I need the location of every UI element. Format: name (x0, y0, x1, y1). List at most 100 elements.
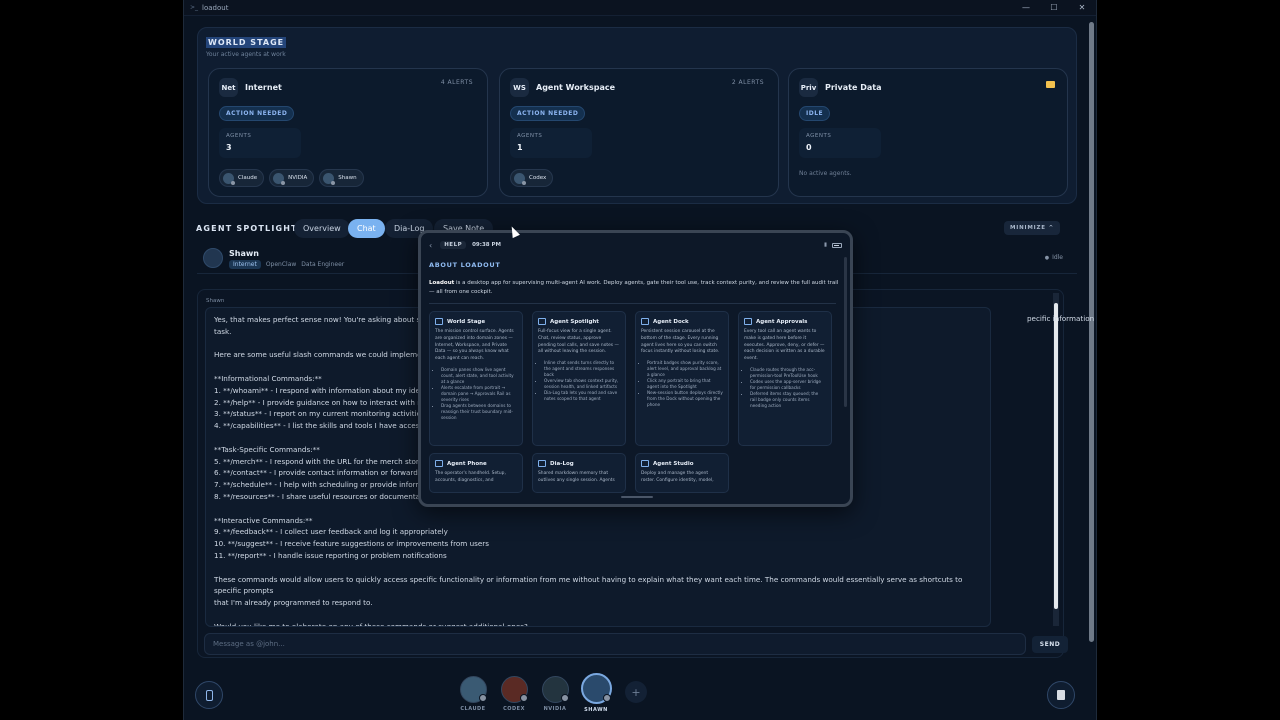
avatar (514, 172, 526, 185)
signal-icon: ▮ (823, 242, 827, 248)
help-card-bullet: New-session button deploys directly from… (647, 390, 723, 408)
help-card-title-text: Agent Dock (653, 318, 689, 325)
help-card-bullet: Inline chat sends turns directly to the … (544, 360, 620, 378)
domain-name: Agent Workspace (536, 83, 616, 92)
world-stage-panel: WORLD STAGE Your active agents at work N… (197, 27, 1077, 204)
agent-chip-claude[interactable]: Claude (219, 169, 265, 187)
home-indicator[interactable] (621, 496, 653, 498)
window-maximize-button[interactable]: ☐ (1040, 3, 1068, 12)
help-card-desc: Shared markdown memory that outlives any… (538, 471, 615, 483)
domain-status-badge[interactable]: IDLE (799, 106, 831, 121)
help-card-desc: The operator's handheld. Setup, accounts… (435, 471, 506, 483)
agent-chip-label: NVIDIA (288, 175, 308, 181)
domain-tag: Internet (229, 260, 261, 269)
add-session-button[interactable]: + (625, 681, 647, 703)
domain-badge: WS (510, 78, 529, 97)
help-card-dia-log[interactable]: Dia-Log Shared markdown memory that outli… (532, 453, 626, 493)
shield-icon (744, 318, 752, 325)
domain-card-private-data[interactable]: Priv Private Data IDLE AGENTS 0 No activ… (788, 68, 1068, 197)
help-card-agent-phone[interactable]: Agent Phone The operator's handheld. Setu… (429, 453, 523, 493)
help-card-bullet: Alerts escalate from portrait → domain p… (441, 385, 517, 403)
dock-agent-codex[interactable]: CODEX (499, 676, 529, 712)
help-card-title: Agent Dock (641, 318, 723, 325)
domain-status-badge[interactable]: ACTION NEEDED (219, 106, 295, 121)
spotlight-title: AGENT SPOTLIGHT (196, 224, 298, 233)
help-card-world-stage[interactable]: World Stage The mission control surface. … (429, 311, 523, 446)
message-input[interactable] (213, 640, 1025, 648)
dock-agent-nvidia[interactable]: NVIDIA (540, 676, 570, 712)
phone-button[interactable] (195, 681, 223, 709)
dock-agent-label: CLAUDE (460, 706, 486, 712)
clipboard-button[interactable] (1047, 681, 1075, 709)
help-card-title-text: World Stage (447, 318, 486, 325)
dock-agent-claude[interactable]: CLAUDE (458, 676, 488, 712)
window-minimize-button[interactable]: — (1012, 3, 1040, 12)
tab-overview[interactable]: Overview (294, 219, 350, 238)
status-time: 09:38 PM (472, 242, 502, 248)
agent-chip-codex[interactable]: Codex (510, 169, 554, 187)
minimize-button[interactable]: MINIMIZE ^ (1004, 221, 1060, 235)
help-card-agent-approvals[interactable]: Agent Approvals Every tool call an agent … (738, 311, 832, 446)
role-tag: Data Engineer (301, 261, 345, 268)
window-scrollbar[interactable] (1089, 18, 1094, 718)
avatar (273, 172, 286, 185)
help-card-title: Agent Studio (641, 460, 723, 467)
chat-scrollbar[interactable] (1053, 293, 1059, 626)
domain-status-badge[interactable]: ACTION NEEDED (510, 106, 586, 121)
help-label: HELP (440, 241, 467, 249)
send-button[interactable]: SEND (1032, 636, 1068, 653)
dock-agent-shawn[interactable]: SHAWN (581, 673, 612, 713)
message-line: that I'm already programmed to respond t… (214, 598, 373, 608)
help-card-title-text: Dia-Log (550, 460, 574, 467)
chat-icon (538, 460, 546, 467)
agent-chip-nvidia[interactable]: NVIDIA (269, 169, 315, 187)
bars-icon (641, 318, 649, 325)
agent-chip-shawn[interactable]: Shawn (319, 169, 364, 187)
help-card-desc: Full-focus view for a single agent. Chat… (538, 329, 619, 355)
help-card-bullet: Deferred items stay queued; the rail bad… (750, 391, 826, 409)
help-card-agent-studio[interactable]: Agent Studio Deploy and manage the agent … (635, 453, 729, 493)
platform-tag: OpenClaw (265, 261, 297, 268)
help-card-bullet: Portrait badges show purity score, alert… (647, 360, 723, 378)
help-card-title: Agent Approvals (744, 318, 826, 325)
message-line: 9. **/feedback** - I collect user feedba… (214, 527, 448, 537)
help-card-bullet: Dia-Log tab lets you read and save notes… (544, 390, 620, 402)
help-card-agent-spotlight[interactable]: Agent Spotlight Full-focus view for a sin… (532, 311, 626, 446)
help-card-bullet: Codex uses the app-server bridge for per… (750, 379, 826, 391)
help-card-agent-dock[interactable]: Agent Dock Persistent session carousel at… (635, 311, 729, 446)
help-card-title: Agent Phone (435, 460, 517, 467)
domain-alerts-count: 4 ALERTS (440, 79, 473, 86)
dock-agent-label: NVIDIA (543, 706, 567, 712)
no-agents-text: No active agents. (799, 170, 852, 177)
battery-icon (832, 242, 842, 248)
message-sender: Shawn (206, 298, 225, 304)
tab-chat[interactable]: Chat (348, 219, 385, 238)
message-line: These commands would allow users to quic… (214, 574, 963, 596)
domain-card-internet[interactable]: Net Internet 4 ALERTS ACTION NEEDED AGEN… (208, 68, 488, 197)
world-stage-subtitle: Your active agents at work (206, 51, 286, 58)
terminal-icon: >_ (190, 4, 199, 11)
help-card-title: World Stage (435, 318, 517, 325)
help-card-title-text: Agent Spotlight (550, 318, 599, 325)
back-icon[interactable]: ‹ (429, 241, 432, 250)
window-close-button[interactable]: ✕ (1068, 3, 1096, 12)
domain-card-agent-workspace[interactable]: WS Agent Workspace 2 ALERTS ACTION NEEDE… (499, 68, 779, 197)
message-input-row[interactable] (204, 633, 1026, 655)
avatar (223, 172, 235, 185)
agents-label: AGENTS (226, 133, 252, 139)
agents-count: 1 (517, 143, 523, 152)
domain-badge: Net (219, 78, 238, 97)
help-card-title-text: Agent Studio (653, 460, 694, 467)
help-card-bullet: Overview tab shows context purity, sessi… (544, 378, 620, 390)
avatar (459, 676, 487, 703)
agents-count: 0 (806, 143, 812, 152)
help-scrollbar[interactable] (844, 257, 847, 407)
message-line: 11. **/report** - I handle issue reporti… (214, 550, 447, 560)
dock-agent-label: CODEX (503, 706, 525, 712)
domain-alerts-count: 2 ALERTS (731, 79, 764, 86)
help-card-title: Agent Spotlight (538, 318, 620, 325)
agent-name: Shawn (229, 249, 259, 258)
domain-badge: Priv (799, 78, 818, 97)
help-card-desc: Deploy and manage the agent roster. Conf… (641, 471, 714, 483)
help-card-bullet: Claude routes through the acc-permission… (750, 367, 826, 379)
